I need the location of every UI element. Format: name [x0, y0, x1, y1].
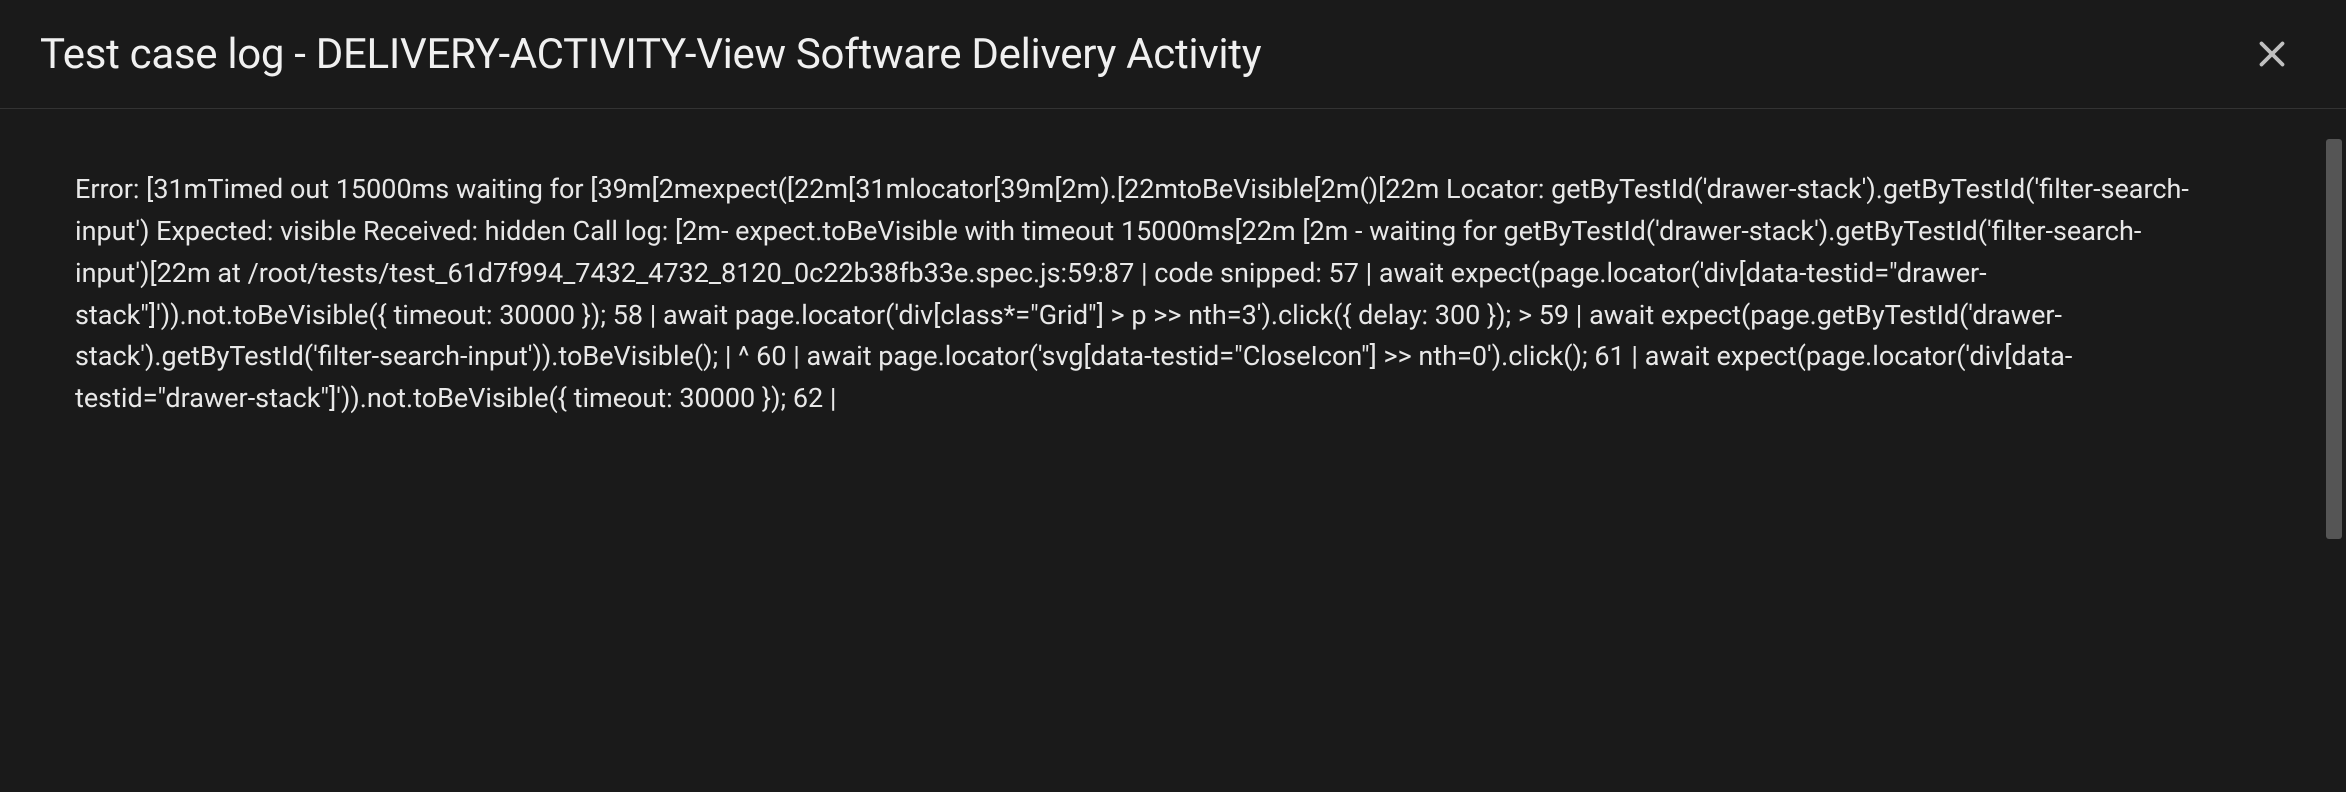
scrollbar-thumb[interactable] [2326, 139, 2342, 539]
close-icon [2254, 36, 2290, 72]
scrollbar-track[interactable] [2322, 109, 2346, 791]
log-content: Error: [31mTimed out 15000ms waiting fo… [75, 169, 2271, 420]
modal-title: Test case log - DELIVERY-ACTIVITY-View S… [40, 30, 1261, 79]
close-button[interactable] [2246, 28, 2298, 80]
modal-body: Error: [31mTimed out 15000ms waiting fo… [0, 109, 2346, 791]
modal-header: Test case log - DELIVERY-ACTIVITY-View S… [0, 0, 2346, 109]
